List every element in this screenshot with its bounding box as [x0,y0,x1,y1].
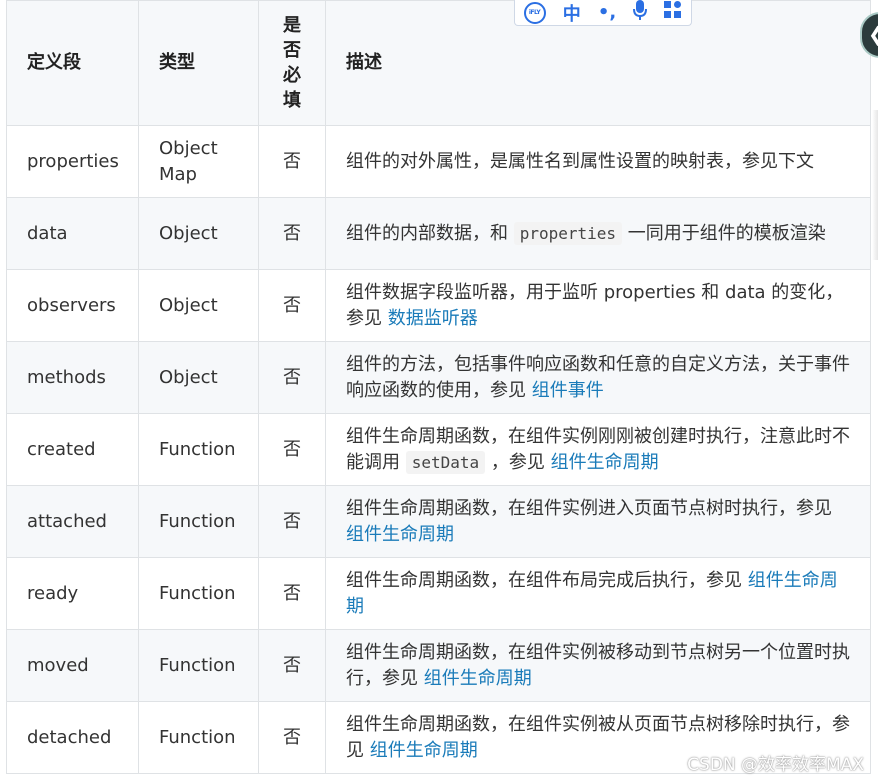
table-row: moved Function 否组件生命周期函数，在组件实例被移动到节点树另一个位置… [6,629,871,702]
table-header-row: 定义段 类型 是 否 必 填 描述 [6,0,871,126]
description-cell: 组件数据字段监听器，用于监听 properties 和 data 的变化，参见 … [325,269,871,342]
type-cell: Function [138,485,259,558]
type-cell: Object Map [138,125,259,198]
chevron-left-icon: ❮ [868,22,878,46]
description-text: 组件生命周期函数，在组件布局完成后执行，参见 [346,569,742,591]
field-name-cell: created [6,413,139,486]
required-cell: 否 [258,341,326,414]
punctuation-icon[interactable]: •, [598,2,616,23]
chinese-mode-button[interactable]: 中 [563,0,581,26]
description-text-after: 一同用于组件的模板渲染 [627,222,826,244]
description-text-after: ，参见 [490,451,545,473]
component-definition-table: 定义段 类型 是 否 必 填 描述 properties Object Map 否组… [6,0,871,774]
field-name-cell: detached [6,701,139,774]
header-type: 类型 [138,0,259,126]
type-cell: Function [138,413,259,486]
table-row: created Function 否组件生命周期函数，在组件实例刚刚被创建时执行，注… [6,413,871,486]
description-text: 组件的对外属性，是属性名到属性设置的映射表，参见下文 [346,150,814,172]
description-cell: 组件生命周期函数，在组件布局完成后执行，参见 组件生命周期 [325,557,871,630]
table-row: methods Object 否组件的方法，包括事件响应函数和任意的自定义方法，关于… [6,341,871,414]
ifly-logo-icon[interactable]: iFLY [523,1,546,24]
type-cell: Function [138,557,259,630]
doc-link[interactable]: 组件事件 [532,380,604,401]
table-row: attached Function 否组件生命周期函数，在组件实例进入页面节点树时执… [6,485,871,558]
doc-link[interactable]: 组件生命周期 [551,452,659,473]
type-cell: Function [138,701,259,774]
field-name-cell: properties [6,125,139,198]
ime-toolbar: iFLY 中 •, [514,0,692,26]
header-field: 定义段 [6,0,139,126]
table-row: ready Function 否组件生命周期函数，在组件布局完成后执行，参见 组件生… [6,557,871,630]
description-text: 组件的内部数据，和 [346,222,508,244]
field-name-cell: moved [6,629,139,702]
apps-grid-icon[interactable] [664,1,682,24]
description-text: 组件生命周期函数，在组件实例进入页面节点树时执行，参见 [346,497,832,519]
table-row: properties Object Map 否组件的对外属性，是属性名到属性设置的映… [6,125,871,198]
type-cell: Function [138,629,259,702]
header-required: 是 否 必 填 [258,0,326,126]
required-cell: 否 [258,557,326,630]
field-name-cell: data [6,197,139,270]
doc-link[interactable]: 组件生命周期 [346,524,454,545]
table-row: observers Object 否组件数据字段监听器，用于监听 propertie… [6,269,871,342]
description-cell: 组件的方法，包括事件响应函数和任意的自定义方法，关于事件响应函数的使用，参见 组… [325,341,871,414]
required-cell: 否 [258,629,326,702]
inline-code: setData [405,450,486,474]
field-name-cell: methods [6,341,139,414]
description-cell: 组件的内部数据，和 properties 一同用于组件的模板渲染 [325,197,871,270]
description-cell: 组件生命周期函数，在组件实例进入页面节点树时执行，参见 组件生命周期 [325,485,871,558]
field-name-cell: ready [6,557,139,630]
description-cell: 组件生命周期函数，在组件实例刚刚被创建时执行，注意此时不能调用 setData … [325,413,871,486]
description-cell: 组件的对外属性，是属性名到属性设置的映射表，参见下文 [325,125,871,198]
description-text: 组件生命周期函数，在组件实例被移动到节点树另一个位置时执行，参见 [346,641,850,689]
required-cell: 否 [258,197,326,270]
field-name-cell: observers [6,269,139,342]
csdn-watermark: CSDN @效率效率MAX [687,755,864,775]
required-cell: 否 [258,269,326,342]
type-cell: Object [138,341,259,414]
field-name-cell: attached [6,485,139,558]
table-row: data Object 否组件的内部数据，和 properties 一同用于组件的模… [6,197,871,270]
microphone-icon[interactable] [633,0,648,25]
description-cell: 组件生命周期函数，在组件实例被移动到节点树另一个位置时执行，参见 组件生命周期 [325,629,871,702]
doc-link[interactable]: 组件生命周期 [370,740,478,761]
required-cell: 否 [258,413,326,486]
doc-link[interactable]: 数据监听器 [388,308,478,329]
required-cell: 否 [258,701,326,774]
doc-link[interactable]: 组件生命周期 [424,668,532,689]
required-cell: 否 [258,485,326,558]
type-cell: Object [138,269,259,342]
scroll-shadow [872,110,878,260]
required-cell: 否 [258,125,326,198]
type-cell: Object [138,197,259,270]
inline-code: properties [513,221,623,245]
